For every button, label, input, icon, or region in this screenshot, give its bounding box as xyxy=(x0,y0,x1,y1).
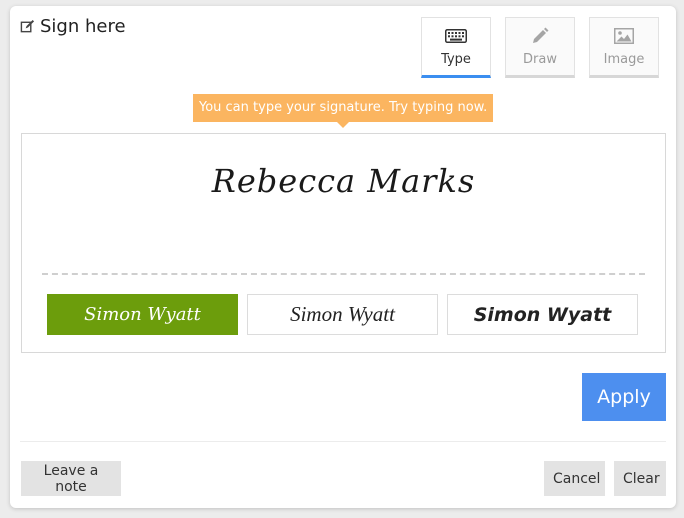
tab-draw-label: Draw xyxy=(523,52,557,67)
apply-button[interactable]: Apply xyxy=(582,373,666,421)
tab-image[interactable]: Image xyxy=(589,17,659,78)
signature-style-option-3[interactable]: Simon Wyatt xyxy=(447,294,638,335)
tooltip-arrow xyxy=(337,122,349,128)
footer-divider xyxy=(20,441,666,442)
pencil-icon xyxy=(531,26,549,46)
signature-mode-tabs: Type Draw Image xyxy=(421,17,659,78)
keyboard-icon xyxy=(445,26,467,46)
dialog-title: Sign here xyxy=(40,16,126,37)
signature-pad[interactable]: Rebecca Marks Simon Wyatt Simon Wyatt Si… xyxy=(21,133,666,353)
tab-image-label: Image xyxy=(603,52,645,67)
tab-draw[interactable]: Draw xyxy=(505,17,575,78)
leave-note-button[interactable]: Leave a note xyxy=(21,461,121,496)
image-icon xyxy=(614,26,634,46)
signature-baseline xyxy=(42,273,645,275)
tooltip-text: You can type your signature. Try typing … xyxy=(199,100,488,115)
signature-style-options: Simon Wyatt Simon Wyatt Simon Wyatt xyxy=(47,294,638,335)
dialog-header: Sign here xyxy=(20,16,126,37)
edit-icon xyxy=(20,19,35,34)
tab-type-label: Type xyxy=(441,52,471,67)
typed-signature[interactable]: Rebecca Marks xyxy=(22,162,665,200)
tab-type[interactable]: Type xyxy=(421,17,491,78)
signature-style-option-2[interactable]: Simon Wyatt xyxy=(247,294,438,335)
typing-hint-tooltip: You can type your signature. Try typing … xyxy=(193,94,494,128)
clear-button[interactable]: Clear xyxy=(614,461,666,496)
cancel-button[interactable]: Cancel xyxy=(544,461,605,496)
sign-dialog: Sign here Type Draw Image You can type y… xyxy=(10,6,676,508)
signature-style-option-1[interactable]: Simon Wyatt xyxy=(47,294,238,335)
